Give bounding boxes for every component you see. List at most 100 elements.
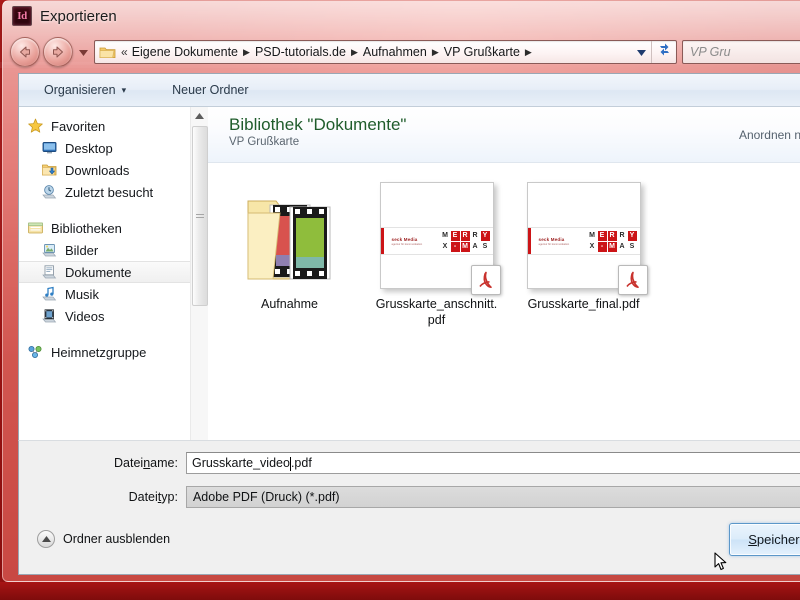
sidebar-item-label: Dokumente: [65, 264, 132, 280]
search-input[interactable]: VP Gru: [682, 40, 800, 64]
card-letter: E: [597, 230, 607, 241]
export-dialog-window: Id Exportieren « Eigene Dokumente ▶ PSD-…: [2, 0, 800, 582]
filetype-label-post: yp:: [161, 490, 178, 504]
card-letter: A: [470, 241, 480, 252]
new-folder-button[interactable]: Neuer Ordner: [163, 79, 257, 101]
sidebar-item-label: Videos: [65, 308, 105, 324]
card-letter: X: [440, 241, 450, 252]
card-letter: R: [607, 230, 617, 241]
file-tile-label: Grusskarte_final.pdf: [527, 297, 640, 311]
card-red-bar: [380, 228, 384, 254]
sidebar-item-videos[interactable]: Videos: [19, 305, 208, 327]
file-tile-pdf-anschnitt[interactable]: seck Media agentur für kommunikation M E…: [375, 179, 501, 328]
card-red-bar: [527, 228, 531, 254]
filename-input[interactable]: Grusskarte_video .pdf: [185, 452, 800, 474]
card-letter-row-1: M E R R Y: [587, 230, 637, 241]
card-letter-row-2: X - M A S: [440, 241, 490, 252]
sidebar-item-desktop[interactable]: Desktop: [19, 137, 208, 159]
card-letter: Y: [480, 230, 490, 241]
save-form-area: Dateiname: Grusskarte_video .pdf Dateityp…: [18, 440, 800, 575]
scrollbar-thumb[interactable]: [192, 126, 208, 306]
pdf-thumbnail-container: seck Media agentur für kommunikation M E…: [375, 179, 501, 295]
refresh-button[interactable]: [651, 41, 676, 63]
card-logo-line1: seck Media: [391, 236, 418, 242]
sidebar-item-dokumente[interactable]: Dokumente: [19, 261, 208, 283]
card-artwork: seck Media agentur für kommunikation M E…: [527, 227, 640, 255]
dialog-titlebar: Id Exportieren: [2, 0, 800, 32]
sidebar-group-favoriten[interactable]: Favoriten: [19, 115, 208, 137]
file-list-pane: Bibliothek "Dokumente" VP Grußkarte Anor…: [208, 107, 800, 479]
breadcrumb-separator-icon[interactable]: ▶: [430, 47, 441, 58]
form-footer: Ordner ausblenden Speichern: [19, 516, 800, 574]
save-button-accel: S: [748, 532, 757, 547]
sidebar-group-heimnetzgruppe[interactable]: Heimnetzgruppe: [19, 341, 208, 363]
hide-folders-button[interactable]: Ordner ausblenden: [37, 530, 170, 548]
card-artwork: seck Media agentur für kommunikation M E…: [380, 227, 493, 255]
breadcrumb-item-1[interactable]: PSD-tutorials.de: [252, 44, 349, 60]
filetype-selected-value: Adobe PDF (Druck) (*.pdf): [192, 490, 340, 504]
breadcrumb-separator-icon[interactable]: ▶: [241, 47, 252, 58]
card-letter: M: [460, 241, 470, 252]
file-tile-pdf-final[interactable]: seck Media agentur für kommunikation M E…: [522, 179, 648, 328]
filename-label-post: ame:: [150, 456, 178, 470]
address-history-dropdown[interactable]: [631, 41, 651, 63]
sidebar-group-bibliotheken[interactable]: Bibliotheken: [19, 217, 208, 239]
filename-value: Grusskarte_video: [191, 456, 290, 470]
sidebar-item-label: Desktop: [65, 140, 113, 156]
card-letter: Y: [627, 230, 637, 241]
sidebar-item-label: Musik: [65, 286, 99, 302]
arrange-by-label[interactable]: Anordnen n: [739, 128, 800, 142]
sidebar-item-downloads[interactable]: Downloads: [19, 159, 208, 181]
forward-button[interactable]: [43, 37, 73, 67]
card-letter: X: [587, 241, 597, 252]
documents-library-icon: [41, 264, 58, 280]
pdf-thumbnail-container: seck Media agentur für kommunikation M E…: [522, 179, 648, 295]
filetype-label: Dateityp:: [19, 490, 186, 504]
filetype-select[interactable]: Adobe PDF (Druck) (*.pdf): [185, 486, 800, 508]
sidebar-item-musik[interactable]: Musik: [19, 283, 208, 305]
breadcrumb-separator-icon[interactable]: ▶: [349, 47, 360, 58]
organize-button[interactable]: Organisieren ▾: [35, 79, 135, 101]
refresh-icon: [657, 42, 672, 62]
sidebar-item-label: Zuletzt besucht: [65, 184, 154, 200]
pictures-library-icon: [41, 242, 58, 258]
breadcrumb-item-2[interactable]: Aufnahmen: [360, 44, 430, 60]
card-letter: M: [607, 241, 617, 252]
breadcrumb-overflow[interactable]: «: [119, 45, 129, 59]
command-bar: Organisieren ▾ Neuer Ordner: [19, 74, 800, 107]
file-tiles: Aufnahme seck Media agentur für kommunik…: [208, 163, 800, 328]
chevron-down-icon: [78, 43, 88, 61]
app-bottom-strip: [0, 582, 800, 600]
breadcrumb-separator-icon[interactable]: ▶: [523, 47, 534, 58]
back-button[interactable]: [10, 37, 40, 67]
save-button[interactable]: Speichern: [729, 523, 800, 556]
card-letter: S: [627, 241, 637, 252]
breadcrumb: « Eigene Dokumente ▶ PSD-tutorials.de ▶ …: [95, 44, 631, 60]
file-tile-folder[interactable]: Aufnahme: [228, 179, 351, 328]
videos-library-icon: [41, 308, 58, 324]
library-header: Bibliothek "Dokumente" VP Grußkarte Anor…: [208, 107, 800, 163]
music-library-icon: [41, 286, 58, 302]
chevron-up-circle-icon: [37, 530, 55, 548]
recent-places-icon: [41, 184, 58, 200]
sidebar-item-bilder[interactable]: Bilder: [19, 239, 208, 261]
filetype-label-pre: Datei: [128, 490, 158, 504]
address-bar[interactable]: « Eigene Dokumente ▶ PSD-tutorials.de ▶ …: [94, 40, 677, 64]
sidebar-item-zuletzt-besucht[interactable]: Zuletzt besucht: [19, 181, 208, 203]
sidebar-item-label: Downloads: [65, 162, 130, 178]
search-placeholder-text: VP Gru: [690, 45, 731, 59]
recent-locations-dropdown[interactable]: [76, 41, 90, 63]
filename-row: Dateiname: Grusskarte_video .pdf: [19, 451, 800, 475]
card-letter-row-1: M E R R Y: [440, 230, 490, 241]
id-icon-glyph: Id: [17, 10, 27, 22]
folder-icon: [99, 45, 116, 59]
page-title: Bibliothek "Dokumente": [229, 115, 407, 134]
sidebar-scrollbar[interactable]: [190, 107, 208, 479]
breadcrumb-item-3[interactable]: VP Grußkarte: [441, 44, 523, 60]
homegroup-icon: [27, 344, 44, 360]
pdf-page-preview: seck Media agentur für kommunikation M E…: [379, 182, 501, 295]
card-letter: R: [617, 230, 627, 241]
scroll-up-arrow[interactable]: [191, 107, 208, 124]
pdf-document-icon: [470, 265, 501, 295]
breadcrumb-item-0[interactable]: Eigene Dokumente: [129, 44, 241, 60]
